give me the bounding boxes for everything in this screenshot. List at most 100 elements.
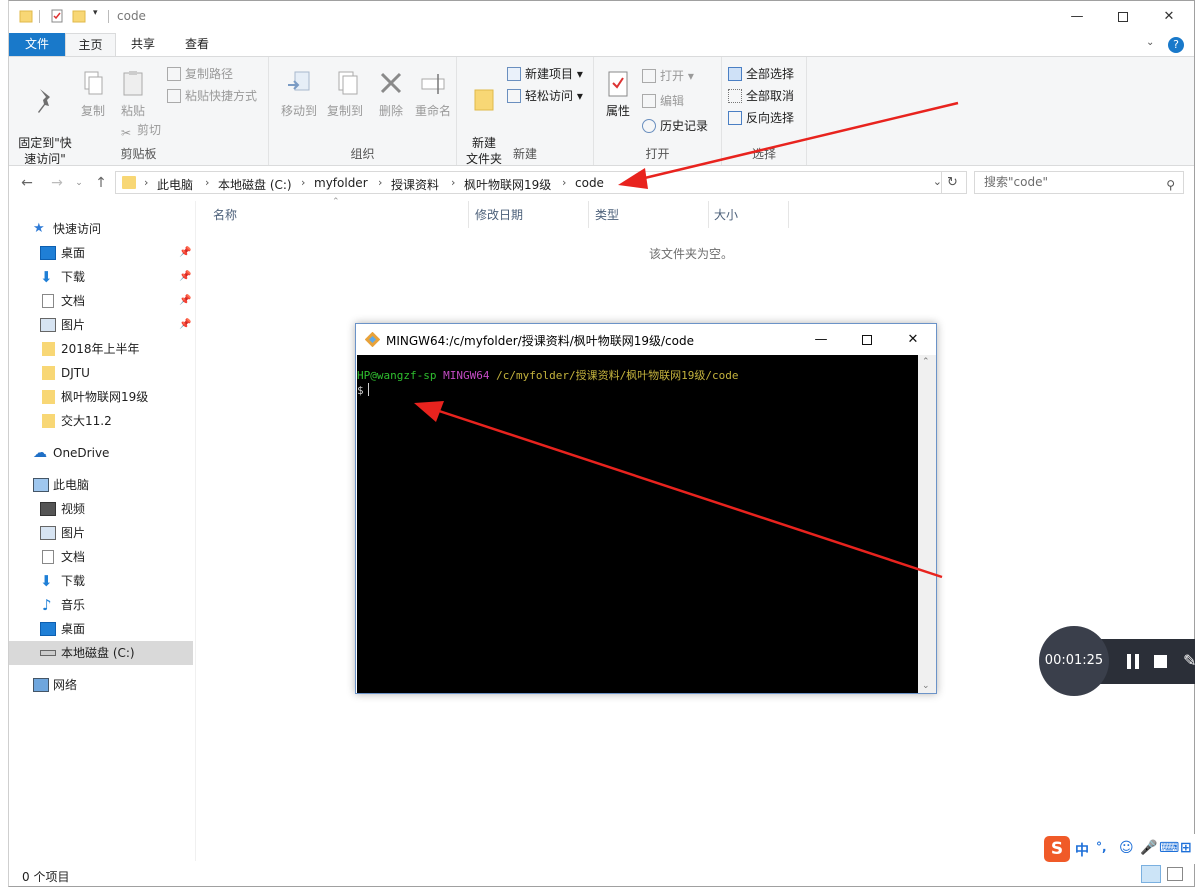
nav-qa-pictures[interactable]: 图片 📌 <box>9 313 193 337</box>
large-icons-view-icon[interactable] <box>1167 867 1183 881</box>
rename-button[interactable]: 重命名 <box>411 69 455 119</box>
select-none-button[interactable]: 全部取消 <box>728 86 794 106</box>
terminal-close-button[interactable]: ✕ <box>890 324 936 355</box>
nav-qa-desktop[interactable]: 桌面 📌 <box>9 241 193 265</box>
details-view-icon[interactable] <box>1141 865 1161 883</box>
select-all-icon <box>728 67 742 81</box>
nav-this-pc[interactable]: 此电脑 <box>9 473 193 497</box>
forward-button[interactable]: → <box>47 173 67 193</box>
desktop-icon <box>40 246 56 260</box>
properties-button[interactable]: 属性 <box>598 69 638 119</box>
nav-pc-c-drive[interactable]: 本地磁盘 (C:) <box>9 641 193 665</box>
tab-share[interactable]: 共享 <box>116 33 170 56</box>
history-button[interactable]: 历史记录 <box>642 116 708 136</box>
copy-path-button[interactable]: 复制路径 <box>167 64 233 84</box>
select-all-button[interactable]: 全部选择 <box>728 64 794 84</box>
properties-quick-icon[interactable] <box>50 9 64 23</box>
nav-onedrive[interactable]: ☁ OneDrive <box>9 441 193 465</box>
copy-to-button[interactable]: 复制到 <box>321 69 369 119</box>
nav-pc-music[interactable]: ♪ 音乐 <box>9 593 193 617</box>
nav-pc-downloads[interactable]: ⬇ 下载 <box>9 569 193 593</box>
tab-view[interactable]: 查看 <box>170 33 224 56</box>
nav-pc-videos[interactable]: 视频 <box>9 497 193 521</box>
search-input[interactable]: 搜索"code" ⚲ <box>974 171 1184 194</box>
address-bar[interactable]: › 此电脑 › 本地磁盘 (C:) › myfolder › 授课资料 › 枫叶… <box>115 171 967 194</box>
arrow-right-icon: → <box>51 175 63 191</box>
nav-qa-documents[interactable]: 文档 📌 <box>9 289 193 313</box>
pane-divider[interactable] <box>195 201 196 861</box>
delete-button[interactable]: 删除 <box>373 69 409 119</box>
tab-home[interactable]: 主页 <box>65 33 116 56</box>
pen-icon[interactable]: ✎ <box>1183 651 1195 670</box>
nav-qa-folder-jiaoda[interactable]: 交大11.2 <box>9 409 193 433</box>
download-icon: ⬇ <box>40 268 53 286</box>
nav-qa-folder-djtu[interactable]: DJTU <box>9 361 193 385</box>
easy-access-button[interactable]: 轻松访问 ▾ <box>507 86 583 106</box>
terminal-maximize-button[interactable] <box>844 324 890 355</box>
keyboard-icon[interactable]: ⌨ <box>1159 840 1179 856</box>
maximize-button[interactable] <box>1100 1 1146 32</box>
cut-button[interactable]: ✂ 剪切 <box>119 120 161 140</box>
recent-locations-button[interactable]: ⌄ <box>69 173 89 193</box>
nav-pc-pictures[interactable]: 图片 <box>9 521 193 545</box>
new-item-button[interactable]: 新建项目 ▾ <box>507 64 583 84</box>
toolbox-icon[interactable]: ⊞ <box>1180 840 1192 856</box>
stop-button[interactable] <box>1154 655 1167 668</box>
column-name[interactable]: 名称 <box>213 206 237 228</box>
ime-mode[interactable]: 中 <box>1075 840 1089 860</box>
terminal-scrollbar[interactable]: ⌃ ⌄ <box>918 355 936 693</box>
music-icon: ♪ <box>42 596 52 614</box>
column-size[interactable]: 大小 <box>714 206 738 228</box>
open-button[interactable]: 打开 ▾ <box>642 66 694 86</box>
back-button[interactable]: ← <box>17 173 37 193</box>
nav-network[interactable]: 网络 <box>9 673 193 697</box>
terminal-minimize-button[interactable]: — <box>798 324 844 355</box>
breadcrumb-myfolder[interactable]: myfolder <box>314 176 368 190</box>
pin-icon[interactable]: 📌 <box>179 289 191 313</box>
nav-qa-downloads[interactable]: ⬇ 下载 📌 <box>9 265 193 289</box>
breadcrumb-course-materials[interactable]: 授课资料 <box>391 176 439 193</box>
column-divider[interactable] <box>588 201 589 228</box>
terminal-output[interactable]: HP@wangzf-sp MINGW64 /c/myfolder/授课资料/枫叶… <box>357 355 918 693</box>
nav-qa-folder-2018[interactable]: 2018年上半年 <box>9 337 193 361</box>
nav-pc-documents[interactable]: 文档 <box>9 545 193 569</box>
tab-file[interactable]: 文件 <box>9 33 65 56</box>
minimize-button[interactable]: — <box>1054 1 1100 32</box>
paste-shortcut-button[interactable]: 粘贴快捷方式 <box>167 86 257 106</box>
help-icon[interactable]: ? <box>1168 37 1184 53</box>
column-divider[interactable] <box>468 201 469 228</box>
pin-icon[interactable]: 📌 <box>179 241 191 265</box>
emoji-icon[interactable]: ☺ <box>1119 840 1134 856</box>
nav-qa-folder-class[interactable]: 枫叶物联网19级 <box>9 385 193 409</box>
up-button[interactable]: ↑ <box>91 173 111 193</box>
breadcrumb-c-drive[interactable]: 本地磁盘 (C:) <box>218 176 292 193</box>
document-icon <box>42 294 54 308</box>
column-divider[interactable] <box>708 201 709 228</box>
paste-button[interactable]: 粘贴 <box>115 69 151 119</box>
refresh-button[interactable]: ↻ <box>941 171 963 194</box>
pin-icon[interactable]: 📌 <box>179 265 191 289</box>
microphone-icon[interactable]: 🎤 <box>1140 840 1157 856</box>
chevron-down-icon[interactable]: ⌄ <box>1146 37 1160 51</box>
scroll-down-icon[interactable]: ⌄ <box>922 681 930 691</box>
scroll-up-icon[interactable]: ⌃ <box>922 357 930 367</box>
sogou-logo-icon[interactable]: S <box>1044 836 1070 862</box>
invert-selection-button[interactable]: 反向选择 <box>728 108 794 128</box>
breadcrumb-code[interactable]: code <box>575 176 604 190</box>
ime-punctuation[interactable]: °, <box>1096 840 1107 854</box>
close-button[interactable]: ✕ <box>1146 1 1192 32</box>
breadcrumb-class-folder[interactable]: 枫叶物联网19级 <box>464 176 551 193</box>
new-folder-quick-icon[interactable] <box>72 9 86 23</box>
copy-button[interactable]: 复制 <box>75 69 111 119</box>
column-modified[interactable]: 修改日期 <box>475 206 523 228</box>
column-type[interactable]: 类型 <box>595 206 619 228</box>
nav-quick-access[interactable]: ★ 快速访问 <box>9 217 193 241</box>
pause-button[interactable] <box>1126 654 1140 669</box>
move-to-button[interactable]: 移动到 <box>275 69 323 119</box>
pin-icon[interactable]: 📌 <box>179 313 191 337</box>
breadcrumb-this-pc[interactable]: 此电脑 <box>157 176 193 193</box>
column-divider[interactable] <box>788 201 789 228</box>
customize-toolbar-icon[interactable]: ▾ <box>93 8 98 18</box>
edit-button[interactable]: 编辑 <box>642 91 684 111</box>
nav-pc-desktop[interactable]: 桌面 <box>9 617 193 641</box>
